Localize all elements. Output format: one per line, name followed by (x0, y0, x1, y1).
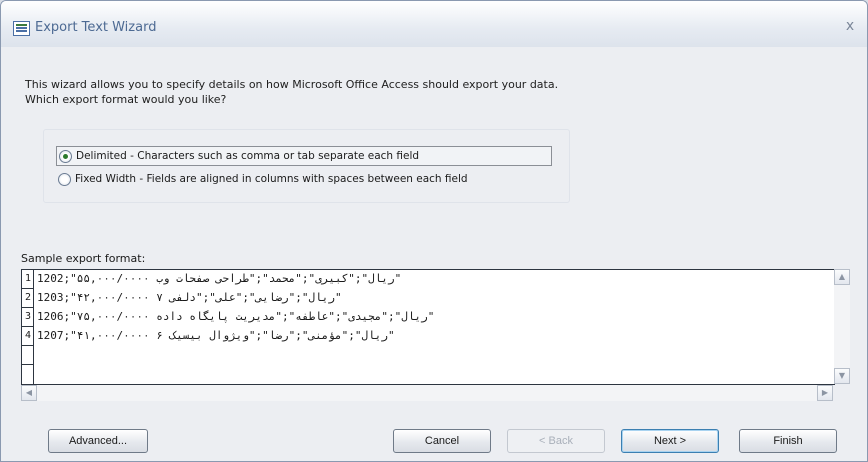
sample-format-label: Sample export format: (21, 252, 146, 265)
delimited-label: Delimited - Characters such as comma or … (76, 150, 420, 162)
fixed-width-radio[interactable] (58, 172, 71, 186)
finish-button[interactable]: Finish (739, 429, 837, 453)
close-icon[interactable]: x (841, 17, 859, 35)
row-text: 1207;"۴۱,۰۰۰/۰۰۰۰ ریال";"مؤمنی";"رضا";"و… (37, 329, 395, 342)
sample-row: 2 1203;"۴۲,۰۰۰/۰۰۰۰ ریال";"رضایی";"علی";… (22, 289, 834, 307)
arrow-left-icon[interactable]: ◀ (21, 385, 37, 401)
advanced-button[interactable]: Advanced... (48, 429, 148, 453)
export-text-wizard-window: Export Text Wizard x This wizard allows … (0, 0, 868, 462)
row-text: 1202;"۵۵,۰۰۰/۰۰۰۰ ریال";"کبیری";"محمد";"… (37, 272, 402, 285)
intro-text: This wizard allows you to specify detail… (25, 78, 559, 106)
back-button[interactable]: < Back (507, 429, 605, 453)
export-format-group: Delimited - Characters such as comma or … (43, 129, 570, 203)
row-text: 1206;"۷۵,۰۰۰/۰۰۰۰ ریال";"مجیدی";"عاطفه";… (37, 310, 435, 323)
fixed-width-option[interactable]: Fixed Width - Fields are aligned in colu… (56, 170, 468, 188)
row-number: 2 (24, 292, 32, 303)
vertical-scrollbar[interactable]: ▲ ▼ (834, 269, 850, 384)
table-export-icon (13, 21, 30, 36)
row-divider (22, 345, 33, 346)
row-number: 4 (24, 330, 32, 341)
sample-row: 4 1207;"۴۱,۰۰۰/۰۰۰۰ ریال";"مؤمنی";"رضا";… (22, 327, 834, 345)
delimited-radio[interactable] (59, 149, 72, 163)
row-divider (22, 364, 33, 365)
title-bar: Export Text Wizard x (1, 1, 867, 47)
sample-row: 3 1206;"۷۵,۰۰۰/۰۰۰۰ ریال";"مجیدی";"عاطفه… (22, 308, 834, 326)
arrow-up-icon[interactable]: ▲ (834, 269, 850, 285)
wizard-content: This wizard allows you to specify detail… (1, 47, 867, 461)
cancel-button[interactable]: Cancel (393, 429, 491, 453)
sample-export-preview: 1 1202;"۵۵,۰۰۰/۰۰۰۰ ریال";"کبیری";"محمد"… (21, 269, 835, 385)
window-title: Export Text Wizard (35, 20, 157, 35)
sample-row: 1 1202;"۵۵,۰۰۰/۰۰۰۰ ریال";"کبیری";"محمد"… (22, 270, 834, 288)
arrow-right-icon[interactable]: ▶ (817, 385, 833, 401)
row-number: 3 (24, 311, 32, 322)
row-text: 1203;"۴۲,۰۰۰/۰۰۰۰ ریال";"رضایی";"علی";"د… (37, 291, 342, 304)
fixed-width-label: Fixed Width - Fields are aligned in colu… (75, 173, 468, 185)
row-number: 1 (24, 273, 32, 284)
next-button[interactable]: Next > (621, 429, 719, 453)
horizontal-scrollbar[interactable]: ◀ ▶ (21, 385, 833, 401)
delimited-option[interactable]: Delimited - Characters such as comma or … (56, 146, 552, 166)
arrow-down-icon[interactable]: ▼ (834, 368, 850, 384)
